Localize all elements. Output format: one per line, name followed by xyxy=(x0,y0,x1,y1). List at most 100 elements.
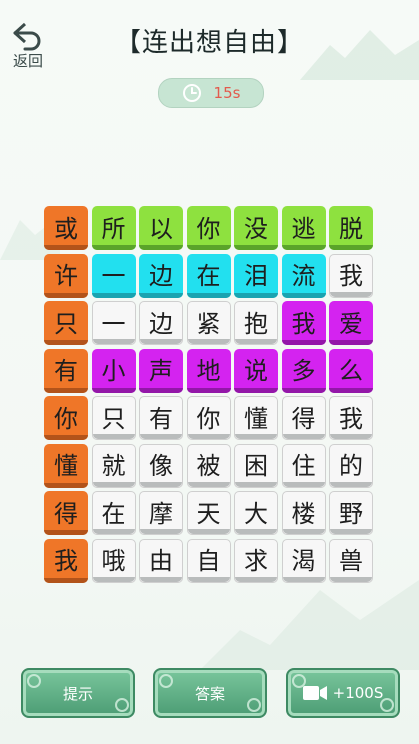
grid-tile[interactable]: 紧 xyxy=(186,301,231,345)
grid-tile-char: 么 xyxy=(339,357,363,385)
grid-tile-char: 大 xyxy=(244,499,268,528)
grid-tile[interactable]: 边 xyxy=(139,253,183,298)
grid-tile-char: 哦 xyxy=(101,547,126,575)
grid-tile-char: 被 xyxy=(196,452,221,480)
grid-tile[interactable]: 只 xyxy=(91,396,136,440)
grid-tile[interactable]: 边 xyxy=(139,301,183,345)
grid-tile[interactable]: 懂 xyxy=(234,396,278,440)
grid-tile[interactable]: 你 xyxy=(186,396,231,440)
grid-tile-char: 自 xyxy=(196,547,221,575)
grid-tile[interactable]: 么 xyxy=(329,348,373,393)
grid-tile-char: 抱 xyxy=(244,309,268,338)
grid-tile[interactable]: 一 xyxy=(91,301,136,345)
grid-tile[interactable]: 求 xyxy=(234,538,278,583)
grid-tile-char: 有 xyxy=(149,404,173,433)
grid-tile[interactable]: 逃 xyxy=(281,206,326,250)
grid-tile[interactable]: 渴 xyxy=(281,538,326,583)
grid-tile-char: 住 xyxy=(291,452,316,480)
grid-tile[interactable]: 住 xyxy=(281,443,326,488)
grid-tile[interactable]: 流 xyxy=(281,253,326,298)
grid-tile[interactable]: 我 xyxy=(329,253,373,298)
grid-tile[interactable]: 小 xyxy=(91,348,136,393)
grid-tile[interactable]: 许 xyxy=(44,253,88,298)
grid-tile[interactable]: 你 xyxy=(186,206,231,250)
grid-tile[interactable]: 我 xyxy=(281,301,326,345)
grid-tile[interactable]: 在 xyxy=(91,491,136,535)
grid-tile-char: 地 xyxy=(196,357,221,385)
grid-tile-char: 我 xyxy=(339,404,363,433)
grid-tile[interactable]: 以 xyxy=(139,206,183,250)
grid-tile-char: 声 xyxy=(149,357,173,385)
grid-tile-char: 以 xyxy=(149,214,173,243)
grid-tile-char: 在 xyxy=(101,499,126,528)
grid-tile[interactable]: 被 xyxy=(186,443,231,488)
grid-tile-char: 摩 xyxy=(149,499,173,528)
grid-tile[interactable]: 说 xyxy=(234,348,278,393)
grid-tile-char: 许 xyxy=(54,262,78,290)
grid-tile-char: 有 xyxy=(54,357,78,385)
grid-tile-char: 就 xyxy=(101,452,126,480)
grid-tile[interactable]: 有 xyxy=(139,396,183,440)
grid-tile-char: 泪 xyxy=(244,262,268,290)
grid-tile-char: 只 xyxy=(54,309,78,338)
grid-tile-char: 或 xyxy=(54,214,78,243)
grid-tile[interactable]: 自 xyxy=(186,538,231,583)
grid-tile[interactable]: 像 xyxy=(139,443,183,488)
grid-tile-char: 小 xyxy=(101,357,126,385)
grid-tile[interactable]: 我 xyxy=(329,396,373,440)
grid-tile[interactable]: 就 xyxy=(91,443,136,488)
grid-tile[interactable]: 多 xyxy=(281,348,326,393)
grid-tile[interactable]: 楼 xyxy=(281,491,326,535)
grid-tile-char: 流 xyxy=(291,262,316,290)
grid-tile[interactable]: 泪 xyxy=(234,253,278,298)
grid-tile[interactable]: 一 xyxy=(91,253,136,298)
grid-tile[interactable]: 得 xyxy=(44,491,88,535)
grid-tile[interactable]: 懂 xyxy=(44,443,88,488)
answer-label: 答案 xyxy=(194,684,225,703)
clock-icon xyxy=(182,84,201,102)
grid-tile-char: 我 xyxy=(54,547,78,575)
grid-tile[interactable]: 地 xyxy=(186,348,231,393)
hint-label: 提示 xyxy=(62,684,93,703)
grid-tile-char: 爱 xyxy=(339,309,363,338)
grid-tile-char: 逃 xyxy=(291,214,316,243)
grid-tile-char: 在 xyxy=(196,262,221,290)
grid-tile[interactable]: 哦 xyxy=(91,538,136,583)
video-camera-icon xyxy=(302,686,327,700)
grid-tile-char: 一 xyxy=(101,309,126,338)
grid-tile[interactable]: 的 xyxy=(329,443,373,488)
grid-tile[interactable]: 你 xyxy=(44,396,88,440)
grid-tile[interactable]: 我 xyxy=(44,538,88,583)
grid-tile-char: 天 xyxy=(196,499,221,528)
page-title: 【连出想自由】 xyxy=(114,28,304,58)
grid-tile-char: 边 xyxy=(149,309,173,338)
grid-tile-char: 所 xyxy=(101,214,126,243)
grid-tile-char: 得 xyxy=(54,499,78,528)
grid-tile[interactable]: 没 xyxy=(234,206,278,250)
grid-tile-char: 只 xyxy=(101,404,126,433)
grid-tile[interactable]: 声 xyxy=(139,348,183,393)
grid-tile[interactable]: 摩 xyxy=(139,491,183,535)
grid-tile[interactable]: 由 xyxy=(139,538,183,583)
grid-tile[interactable]: 天 xyxy=(186,491,231,535)
grid-tile[interactable]: 野 xyxy=(329,491,373,535)
grid-tile[interactable]: 脱 xyxy=(329,206,373,250)
grid-tile-char: 多 xyxy=(291,357,316,385)
grid-tile[interactable]: 兽 xyxy=(329,538,373,583)
grid-tile[interactable]: 有 xyxy=(44,348,88,393)
grid-tile-char: 你 xyxy=(54,404,78,433)
grid-tile[interactable]: 困 xyxy=(234,443,278,488)
grid-tile[interactable]: 或 xyxy=(44,206,88,250)
video-reward-button[interactable]: +100S xyxy=(286,668,400,718)
grid-tile[interactable]: 抱 xyxy=(234,301,278,345)
grid-tile[interactable]: 得 xyxy=(281,396,326,440)
grid-tile[interactable]: 爱 xyxy=(329,301,373,345)
grid-tile[interactable]: 所 xyxy=(91,206,136,250)
grid-tile[interactable]: 在 xyxy=(186,253,231,298)
answer-button[interactable]: 答案 xyxy=(153,668,267,718)
hint-button[interactable]: 提示 xyxy=(21,668,135,718)
grid-tile[interactable]: 大 xyxy=(234,491,278,535)
grid-tile[interactable]: 只 xyxy=(44,301,88,345)
grid-tile-char: 脱 xyxy=(339,214,363,243)
grid-tile-char: 兽 xyxy=(339,547,363,575)
